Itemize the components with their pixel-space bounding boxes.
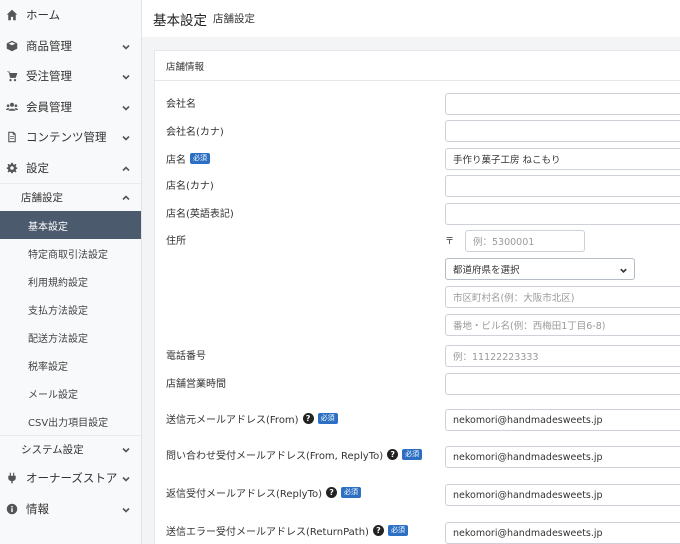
- sidebar-subitem-terms[interactable]: 利用規約設定: [0, 267, 141, 295]
- shop-name-en-field[interactable]: [445, 203, 680, 225]
- users-icon: [6, 101, 18, 113]
- company-kana-field[interactable]: [445, 120, 680, 142]
- sidebar-item-home[interactable]: ホーム: [0, 0, 141, 31]
- sidebar-subgroup-shop-settings[interactable]: 店舗設定: [0, 183, 141, 211]
- chevron-down-icon: [121, 41, 131, 51]
- cart-icon: [6, 70, 18, 82]
- sidebar-subgroup-label: 店舗設定: [21, 192, 63, 204]
- cube-icon: [6, 40, 18, 52]
- chevron-down-icon: [121, 473, 131, 483]
- email-error-input[interactable]: nekomori@handmadesweets.jp: [445, 522, 680, 544]
- main-content: 基本設定 店舗設定 店舗情報 会社名 会社名(カナ) 店名 必須 手作り菓子工房…: [142, 0, 680, 544]
- sidebar-subitem-mail[interactable]: メール設定: [0, 379, 141, 407]
- email-contact-label: 問い合わせ受付メールアドレス(From, ReplyTo) ? 必須: [166, 447, 423, 462]
- shop-name-label-text: 店名: [166, 155, 186, 166]
- company-kana-label: 会社名(カナ): [166, 127, 224, 138]
- sidebar-item-label: 商品管理: [26, 38, 72, 53]
- email-reply-label: 返信受付メールアドレス(ReplyTo) ? 必須: [166, 485, 362, 500]
- chevron-down-icon: [121, 504, 131, 514]
- prefecture-select-value: 都道府県を選択: [453, 265, 520, 276]
- sidebar-item-label: 会員管理: [26, 99, 72, 114]
- email-error-label: 送信エラー受付メールアドレス(ReturnPath) ? 必須: [166, 523, 408, 538]
- sidebar-subitem-csv[interactable]: CSV出力項目設定: [0, 407, 141, 435]
- required-badge: 必須: [317, 413, 338, 424]
- address-label: 住所: [166, 236, 186, 247]
- sidebar-item-label: コンテンツ管理: [26, 130, 107, 145]
- home-icon: [6, 9, 18, 21]
- chevron-down-icon: [121, 445, 131, 455]
- shop-name-label: 店名 必須: [166, 151, 210, 166]
- sidebar-subitem-tokushoho[interactable]: 特定商取引法設定: [0, 239, 141, 267]
- question-icon[interactable]: ?: [302, 413, 314, 424]
- email-reply-label-text: 返信受付メールアドレス(ReplyTo): [166, 489, 323, 500]
- shop-name-field[interactable]: 手作り菓子工房 ねこもり: [445, 148, 680, 170]
- company-name-label: 会社名: [166, 99, 196, 110]
- company-name-field[interactable]: [445, 93, 680, 115]
- email-contact-label-text: 問い合わせ受付メールアドレス(From, ReplyTo): [166, 451, 384, 462]
- chevron-up-icon: [121, 163, 131, 173]
- sidebar-item-orders[interactable]: 受注管理: [0, 61, 141, 92]
- zip-mark: 〒: [445, 237, 455, 247]
- question-icon[interactable]: ?: [387, 449, 399, 460]
- question-icon[interactable]: ?: [326, 487, 338, 498]
- required-badge: 必須: [402, 449, 423, 460]
- phone-label: 電話番号: [166, 351, 206, 362]
- email-contact-input[interactable]: nekomori@handmadesweets.jp: [445, 446, 680, 468]
- email-from-label-text: 送信元メールアドレス(From): [166, 415, 299, 426]
- required-badge: 必須: [341, 487, 362, 498]
- sidebar-item-label: 設定: [26, 160, 49, 175]
- prefecture-select[interactable]: 都道府県を選択: [445, 258, 635, 280]
- required-badge: 必須: [190, 153, 210, 164]
- sidebar-item-settings[interactable]: 設定: [0, 153, 141, 184]
- page-header: 基本設定 店舗設定: [142, 0, 680, 37]
- question-icon[interactable]: ?: [372, 525, 384, 536]
- shop-name-en-label: 店名(英語表記): [166, 209, 234, 220]
- plug-icon: [6, 472, 18, 484]
- sidebar-subitem-payment[interactable]: 支払方法設定: [0, 295, 141, 323]
- gear-icon: [6, 162, 18, 174]
- chevron-down-icon: [121, 132, 131, 142]
- sidebar-item-members[interactable]: 会員管理: [0, 92, 141, 123]
- card-title: 店舗情報: [155, 51, 680, 81]
- sidebar-item-label: 情報: [26, 501, 49, 516]
- email-error-label-text: 送信エラー受付メールアドレス(ReturnPath): [166, 527, 369, 538]
- required-badge: 必須: [387, 525, 408, 536]
- chevron-up-icon: [121, 193, 131, 203]
- page-title: 基本設定: [153, 12, 207, 29]
- sidebar-subgroup-label: システム設定: [21, 444, 84, 456]
- sidebar-item-contents[interactable]: コンテンツ管理: [0, 122, 141, 153]
- shop-kana-label: 店名(カナ): [166, 181, 214, 192]
- sidebar: ホーム 商品管理 受注管理 会員管理 コンテンツ管理 設定 店舗設定 基本設定 …: [0, 0, 142, 544]
- sidebar-subgroup-system-settings[interactable]: システム設定: [0, 435, 141, 463]
- sidebar-item-owners-store[interactable]: オーナーズストア: [0, 463, 141, 494]
- sidebar-subitem-delivery[interactable]: 配送方法設定: [0, 323, 141, 351]
- sidebar-item-label: ホーム: [26, 8, 61, 23]
- city-input[interactable]: 市区町村名(例：大阪市北区): [445, 286, 680, 308]
- file-icon: [6, 131, 18, 143]
- email-from-label: 送信元メールアドレス(From) ? 必須: [166, 411, 338, 426]
- business-hours-input[interactable]: [445, 373, 680, 395]
- business-hours-label: 店舗営業時間: [166, 379, 226, 390]
- email-reply-input[interactable]: nekomori@handmadesweets.jp: [445, 484, 680, 506]
- sidebar-subitem-basic-settings[interactable]: 基本設定: [0, 211, 141, 239]
- shop-info-card: 店舗情報 会社名 会社名(カナ) 店名 必須 手作り菓子工房 ねこもり 店名(カ…: [154, 50, 680, 544]
- chevron-down-icon: [121, 102, 131, 112]
- chevron-down-icon: [121, 71, 131, 81]
- sidebar-item-label: オーナーズストア: [26, 471, 118, 486]
- sidebar-subitem-tax[interactable]: 税率設定: [0, 351, 141, 379]
- page-subtitle: 店舗設定: [213, 13, 255, 25]
- chevron-down-icon: [619, 266, 628, 275]
- info-icon: [6, 503, 18, 515]
- phone-input[interactable]: 例：11122223333: [445, 345, 680, 367]
- shop-kana-field[interactable]: [445, 175, 680, 197]
- email-from-input[interactable]: nekomori@handmadesweets.jp: [445, 409, 680, 431]
- zip-code-input[interactable]: 例：5300001: [465, 230, 585, 252]
- sidebar-item-products[interactable]: 商品管理: [0, 31, 141, 62]
- sidebar-item-info[interactable]: 情報: [0, 494, 141, 525]
- street-address-input[interactable]: 番地・ビル名(例：西梅田1丁目6-8): [445, 314, 680, 336]
- sidebar-item-label: 受注管理: [26, 69, 72, 84]
